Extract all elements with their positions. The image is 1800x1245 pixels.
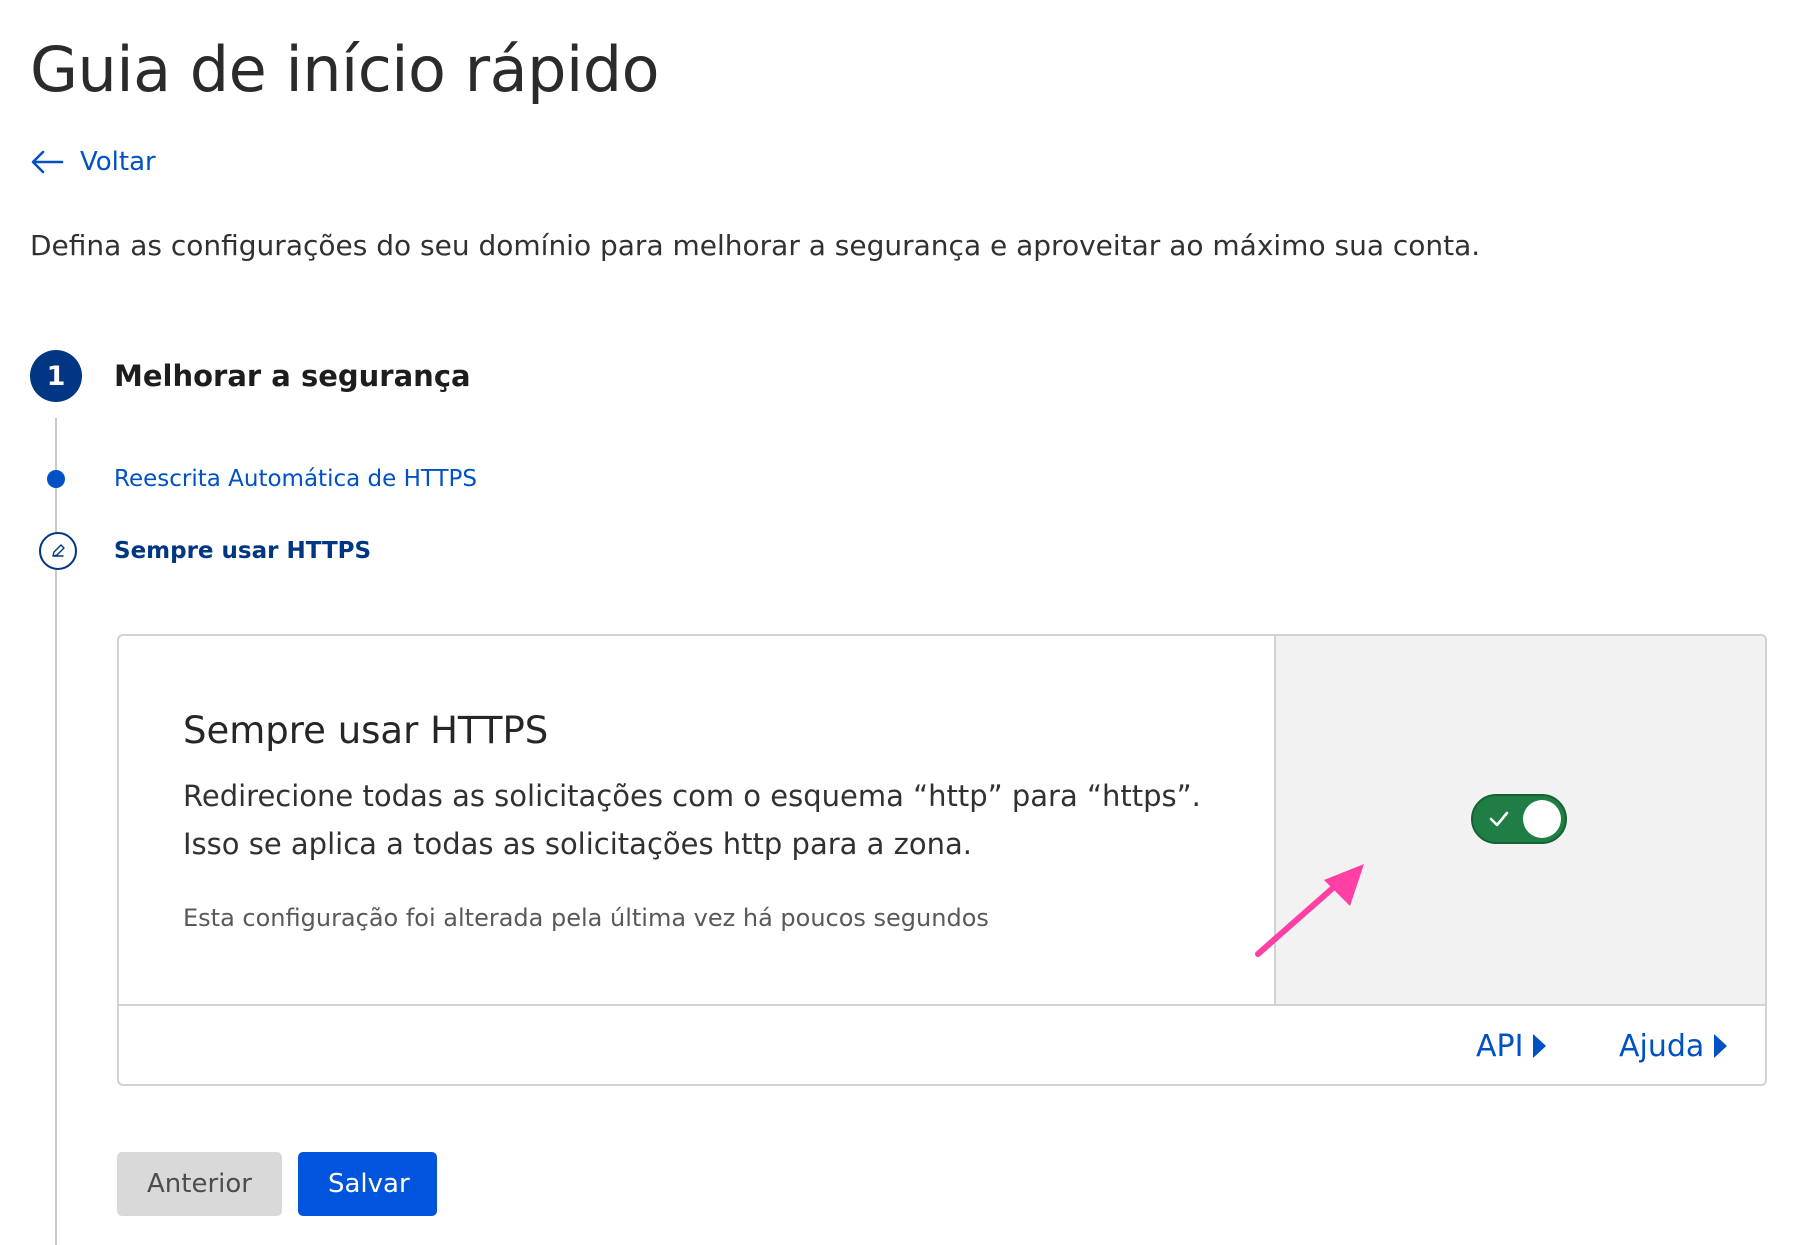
setting-card: Sempre usar HTTPS Redirecione todas as s…	[117, 634, 1767, 1086]
substep-completed-dot-icon	[47, 470, 65, 488]
setting-card-body: Sempre usar HTTPS Redirecione todas as s…	[119, 636, 1274, 1004]
previous-button[interactable]: Anterior	[117, 1152, 282, 1216]
step-number-badge: 1	[30, 350, 82, 402]
page-title: Guia de início rápido	[30, 33, 660, 106]
setting-title: Sempre usar HTTPS	[183, 709, 549, 752]
setting-description-line-2: Isso se aplica a todas as solicitações h…	[183, 827, 972, 861]
substep-https-rewrite[interactable]: Reescrita Automática de HTTPS	[114, 462, 477, 496]
save-button[interactable]: Salvar	[298, 1152, 437, 1216]
back-link[interactable]: Voltar	[30, 142, 156, 182]
step-title: Melhorar a segurança	[114, 359, 471, 393]
setting-description-line-1: Redirecione todas as solicitações com o …	[183, 779, 1201, 813]
caret-right-icon	[1714, 1034, 1728, 1058]
help-link-label: Ajuda	[1619, 1028, 1705, 1064]
back-link-label: Voltar	[80, 147, 156, 177]
last-changed-text: Esta configuração foi alterada pela últi…	[183, 904, 989, 932]
substep-always-use-https: Sempre usar HTTPS	[114, 538, 372, 564]
api-link-label: API	[1476, 1028, 1524, 1064]
annotation-arrow-icon	[1255, 864, 1364, 957]
setting-description: Redirecione todas as solicitações com o …	[183, 772, 1201, 868]
api-link[interactable]: API	[1476, 1026, 1547, 1066]
always-use-https-toggle[interactable]	[1471, 794, 1567, 844]
pencil-icon	[39, 532, 77, 570]
caret-right-icon	[1533, 1034, 1547, 1058]
help-link[interactable]: Ajuda	[1619, 1026, 1728, 1066]
toggle-knob	[1523, 800, 1561, 838]
arrow-left-icon	[31, 150, 64, 174]
step-number: 1	[46, 360, 66, 392]
intro-text: Defina as configurações do seu domínio p…	[30, 229, 1481, 262]
setting-card-footer: API Ajuda	[119, 1004, 1765, 1084]
checkmark-icon	[1489, 811, 1509, 827]
quick-start-page: Guia de início rápido Voltar Defina as c…	[0, 0, 1800, 1245]
